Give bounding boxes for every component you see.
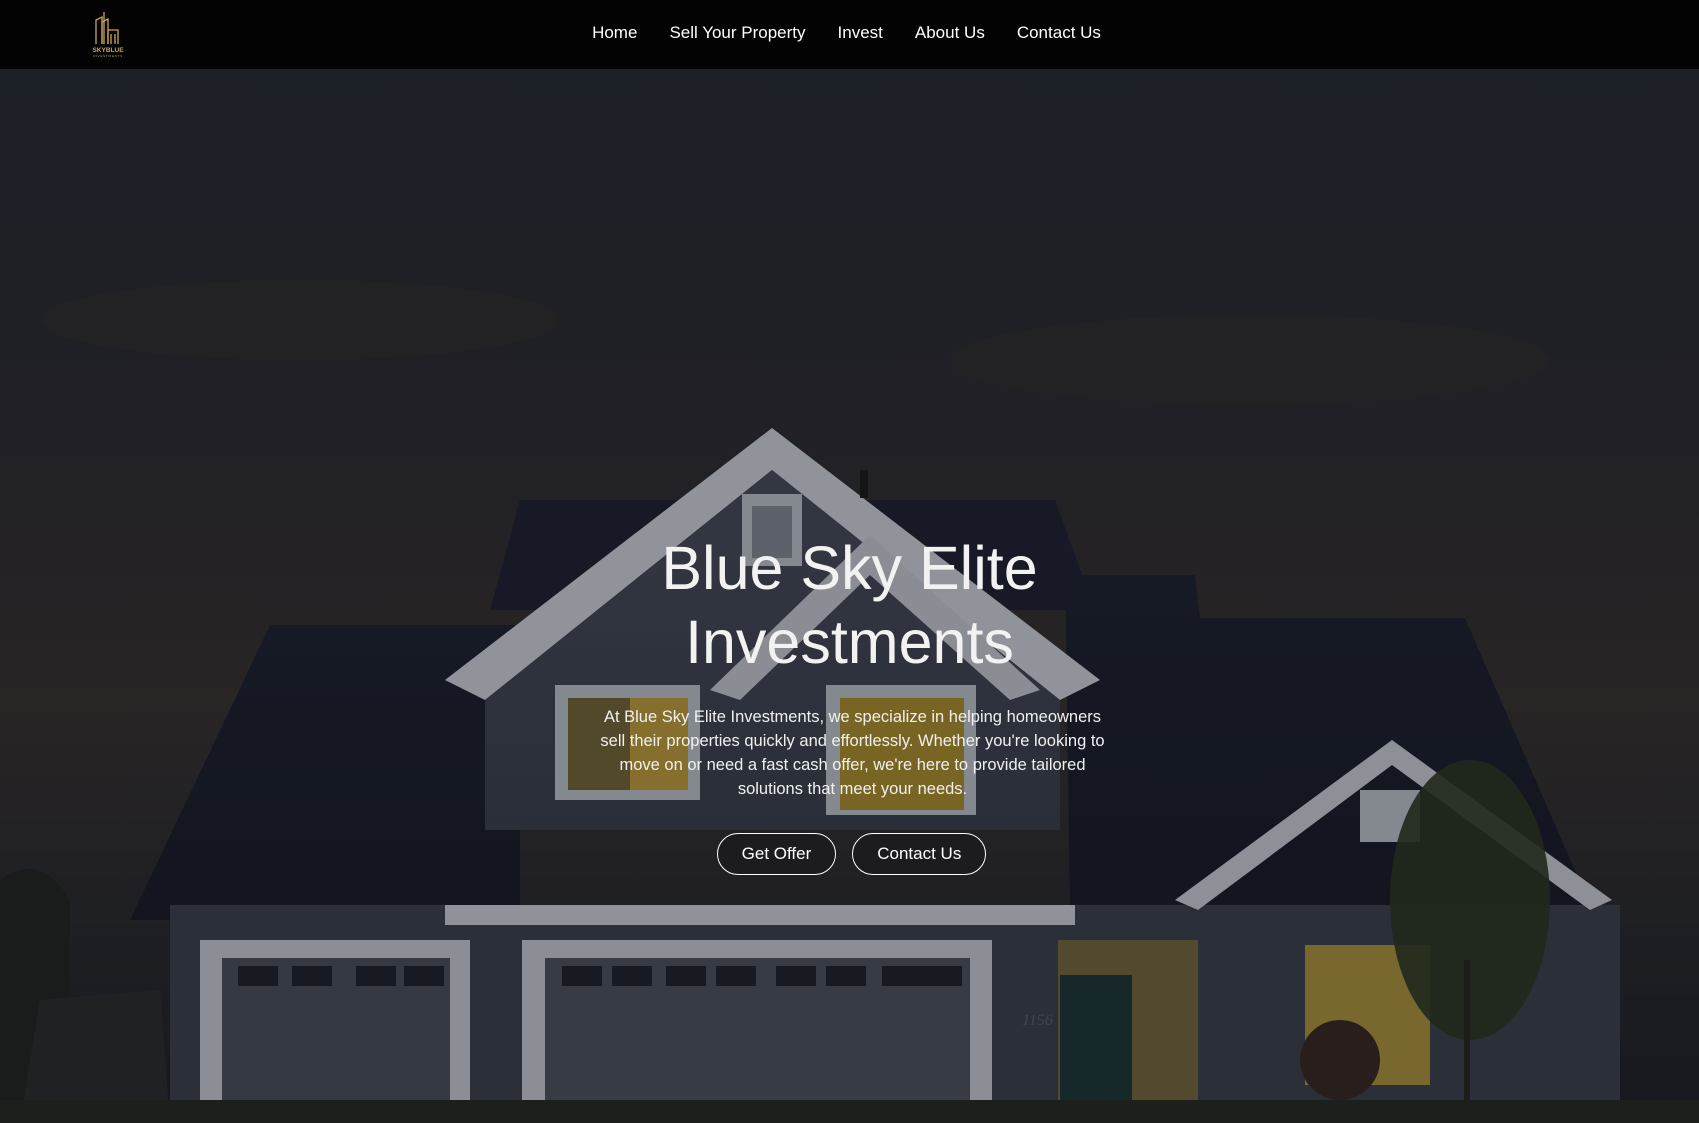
hero-description: At Blue Sky Elite Investments, we specia…: [600, 708, 1105, 798]
hero-title-line-2: Investments: [685, 608, 1014, 676]
nav-link-home[interactable]: Home: [576, 23, 653, 43]
contact-us-button[interactable]: Contact Us: [852, 833, 987, 875]
main-nav: Home Sell Your Property Invest About Us …: [0, 0, 1699, 69]
nav-link-sell-your-property[interactable]: Sell Your Property: [653, 23, 821, 43]
page: SKYBLUE INVESTMENTS Home Sell Your Prope…: [0, 0, 1699, 1123]
hero-section: 1156 Blue Sky Elite Investments At Blue …: [0, 69, 1699, 1123]
hero-title: Blue Sky Elite Investments: [0, 531, 1699, 679]
nav-link-about-us[interactable]: About Us: [899, 23, 1001, 43]
nav-link-contact-us[interactable]: Contact Us: [1001, 23, 1117, 43]
site-header: SKYBLUE INVESTMENTS Home Sell Your Prope…: [0, 0, 1699, 69]
hero-buttons: Get Offer Contact Us: [0, 833, 1699, 875]
nav-link-invest[interactable]: Invest: [822, 23, 899, 43]
hero-title-line-1: Blue Sky Elite: [661, 534, 1038, 602]
get-offer-button[interactable]: Get Offer: [716, 833, 837, 875]
